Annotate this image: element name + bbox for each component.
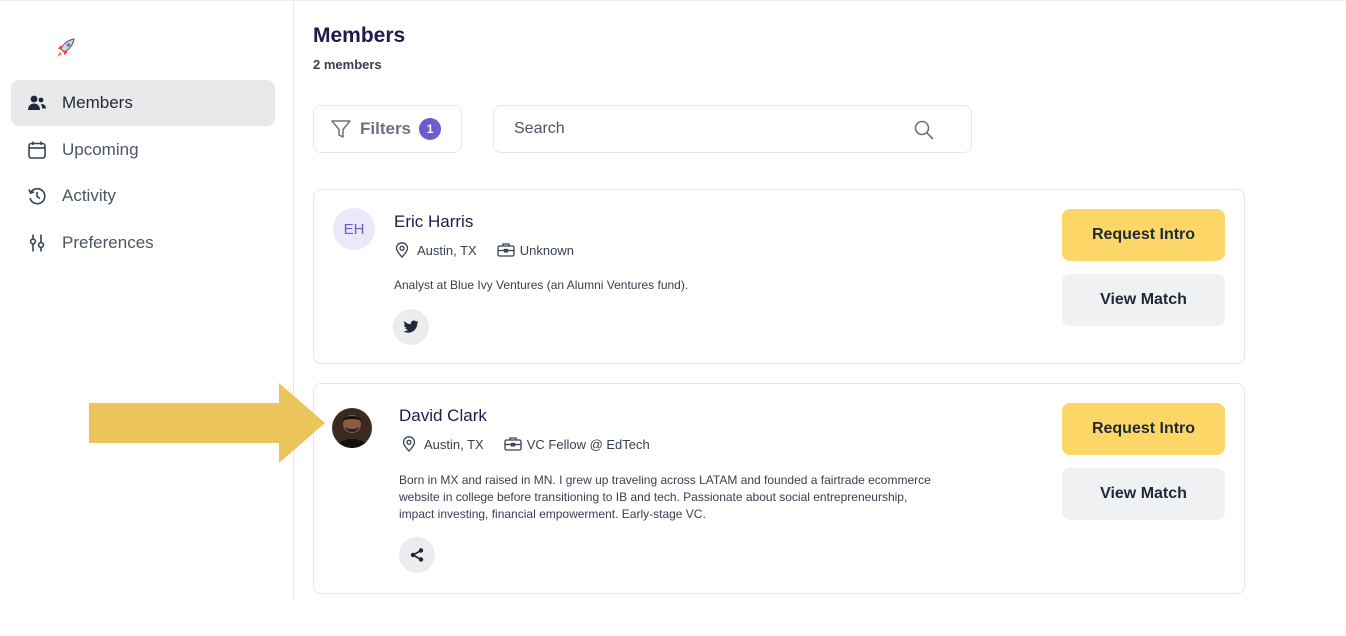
briefcase-icon (504, 436, 522, 452)
users-icon (26, 92, 48, 114)
sidebar-item-members[interactable]: Members (11, 80, 275, 126)
member-location: Austin, TX (424, 436, 484, 452)
request-intro-button[interactable]: Request Intro (1062, 209, 1225, 261)
member-bio: Born in MX and raised in MN. I grew up t… (399, 472, 1049, 523)
view-match-button[interactable]: View Match (1062, 274, 1225, 326)
sidebar-item-upcoming[interactable]: Upcoming (11, 127, 275, 173)
member-location: Austin, TX (417, 242, 477, 258)
member-meta: Austin, TX Unknown (394, 242, 574, 258)
search-box (493, 105, 972, 153)
filters-count-badge: 1 (419, 118, 442, 140)
member-card: David Clark Austin, TX VC Fellow @ EdTec… (313, 383, 1245, 594)
search-icon[interactable] (913, 119, 935, 141)
request-intro-button[interactable]: Request Intro (1062, 403, 1225, 455)
search-input[interactable] (514, 120, 894, 138)
member-bio: Analyst at Blue Ivy Ventures (an Alumni … (394, 278, 689, 292)
member-card: EH Eric Harris Austin, TX Unknown Analys… (313, 189, 1245, 364)
filters-button[interactable]: Filters 1 (313, 105, 462, 153)
briefcase-icon (497, 242, 515, 258)
sidebar-item-label: Preferences (62, 233, 154, 252)
sidebar-item-label: Upcoming (62, 140, 139, 159)
location-pin-icon (401, 436, 417, 452)
member-name[interactable]: Eric Harris (394, 212, 473, 232)
sidebar-item-preferences[interactable]: Preferences (11, 220, 275, 266)
rocket-icon[interactable] (54, 36, 78, 60)
share-icon[interactable] (399, 537, 435, 573)
member-role: Unknown (519, 242, 574, 258)
twitter-icon[interactable] (393, 309, 429, 345)
avatar (332, 408, 372, 448)
sidebar: Members Upcoming Activity Preferences (0, 0, 294, 600)
history-icon (26, 185, 48, 207)
page-title: Members (313, 24, 406, 47)
bio-line: website in college before transitioning … (399, 490, 908, 504)
view-match-button[interactable]: View Match (1062, 468, 1225, 520)
bio-line: Born in MX and raised in MN. I grew up t… (399, 473, 931, 487)
sliders-icon (26, 232, 48, 254)
member-role: VC Fellow @ EdTech (526, 436, 650, 452)
location-pin-icon (394, 242, 410, 258)
member-meta: Austin, TX VC Fellow @ EdTech (401, 436, 650, 452)
member-count: 2 members (313, 57, 382, 72)
highlight-arrow (89, 383, 325, 463)
sidebar-item-activity[interactable]: Activity (11, 173, 275, 219)
avatar: EH (333, 208, 375, 250)
sidebar-item-label: Activity (62, 186, 116, 205)
filter-icon (330, 118, 352, 140)
bio-line: impact investing, financial empowerment.… (399, 507, 706, 521)
member-name[interactable]: David Clark (399, 406, 487, 426)
filters-label: Filters (360, 119, 412, 138)
sidebar-item-label: Members (62, 93, 133, 112)
calendar-icon (26, 139, 48, 161)
